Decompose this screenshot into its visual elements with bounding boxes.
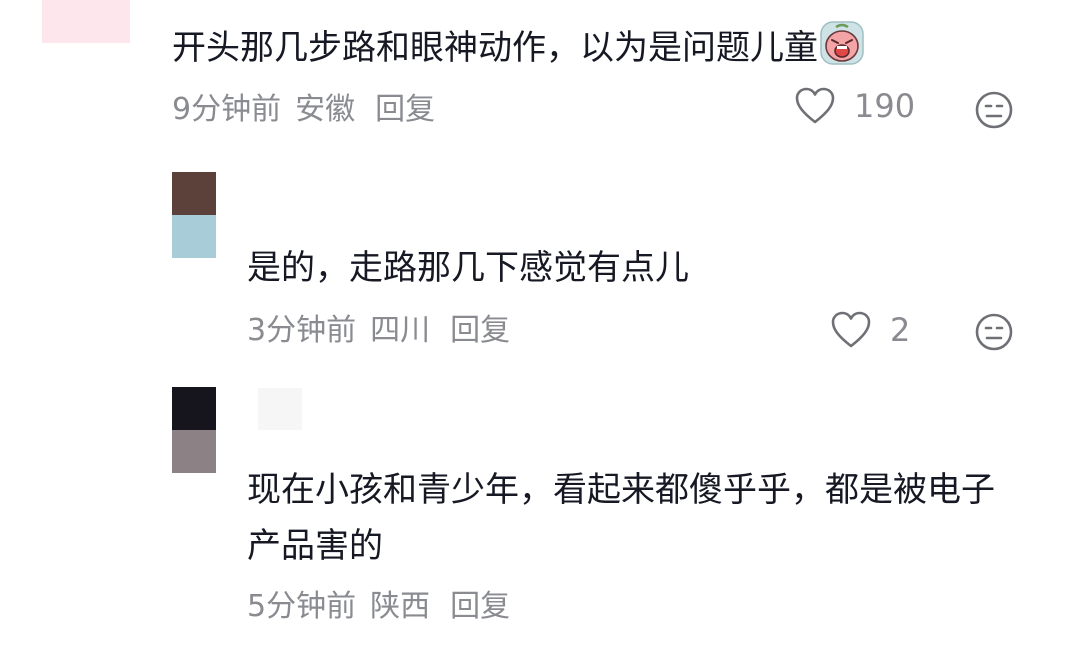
comment-meta: 9分钟前 安徽 回复: [172, 90, 435, 130]
like-count: 190: [854, 87, 916, 125]
reply-button[interactable]: 回复: [450, 311, 510, 351]
reply-meta: 5分钟前 陕西 回复: [247, 587, 510, 627]
comment-location: 安徽: [295, 92, 356, 127]
neutral-face-icon: [974, 313, 1014, 356]
reply-text: 是的，走路那几下感觉有点儿: [247, 248, 689, 288]
reply-meta: 3分钟前 四川 回复: [247, 311, 510, 351]
avatar[interactable]: [172, 387, 216, 473]
avatar[interactable]: [42, 0, 130, 43]
comment-text: 开头那几步路和眼神动作，以为是问题儿童: [172, 21, 864, 72]
avatar[interactable]: [172, 172, 216, 258]
reply-location: 四川: [370, 313, 431, 348]
like-button[interactable]: 190: [794, 86, 915, 126]
dislike-button[interactable]: [974, 90, 1014, 134]
reply-location: 陕西: [370, 589, 431, 624]
comment-body: 开头那几步路和眼神动作，以为是问题儿童: [172, 28, 818, 68]
reply-button[interactable]: 回复: [450, 587, 510, 627]
comment-time: 9分钟前: [172, 92, 282, 127]
reply-button[interactable]: 回复: [375, 90, 435, 130]
like-count: 2: [890, 311, 911, 349]
like-button[interactable]: 2: [830, 310, 910, 350]
reply-text: 现在小孩和青少年，看起来都傻乎乎，都是被电子产品害的: [247, 470, 995, 566]
heart-outline-icon: [830, 310, 872, 350]
reply-time: 3分钟前: [247, 313, 357, 348]
reply-time: 5分钟前: [247, 589, 357, 624]
neutral-face-icon: [974, 91, 1014, 134]
crying-face-sticker-icon: [820, 21, 864, 65]
username-redacted: [258, 388, 302, 430]
dislike-button[interactable]: [974, 312, 1014, 356]
heart-outline-icon: [794, 86, 836, 126]
